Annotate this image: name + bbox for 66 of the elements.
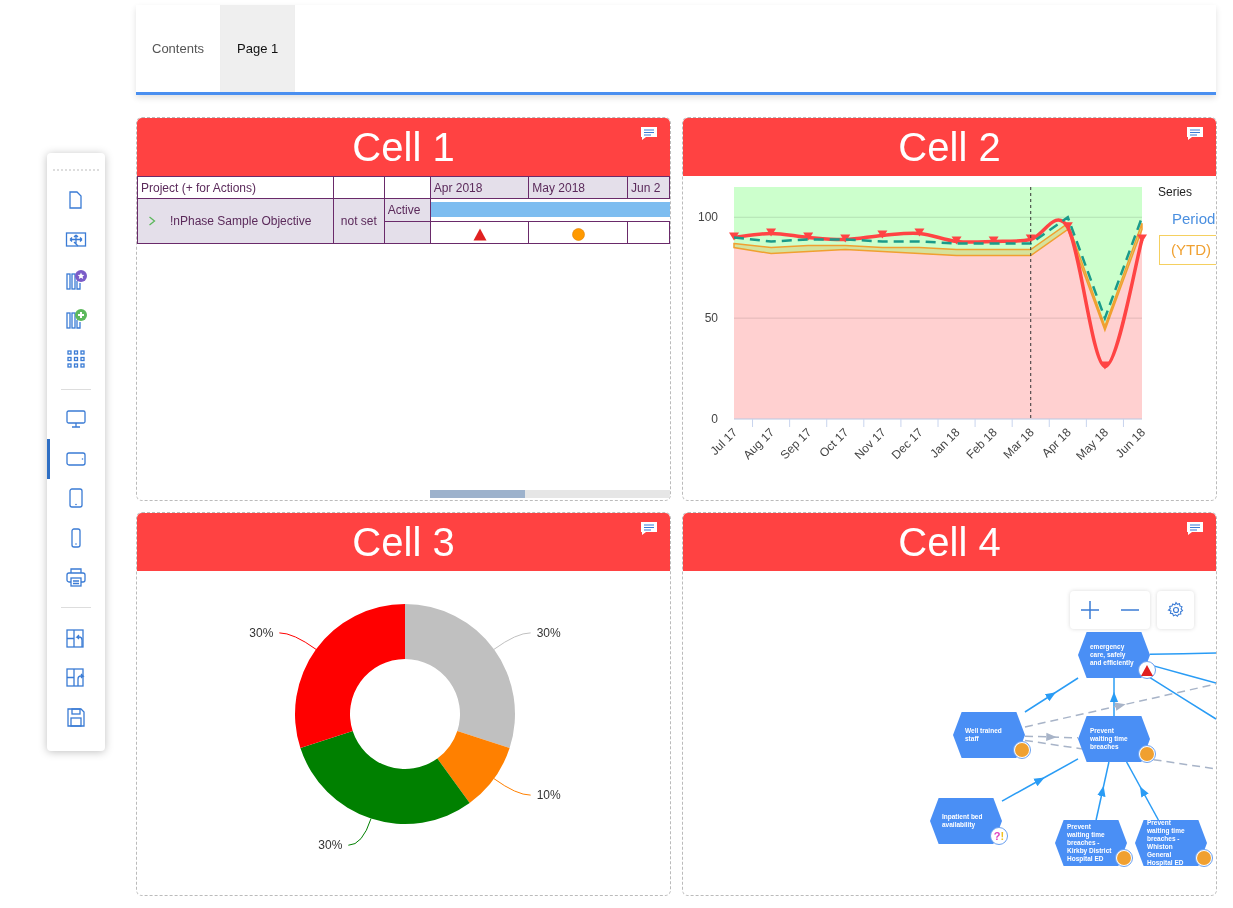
data-point: [877, 230, 888, 239]
comment-icon: [1186, 126, 1204, 141]
data-label: 30%: [536, 625, 561, 640]
monitor-icon: [65, 408, 87, 431]
axis-label: Dec 17: [888, 425, 926, 462]
plus-icon: [1080, 600, 1100, 620]
data-point: [988, 236, 999, 245]
axis-label: Jan 18: [927, 425, 963, 461]
axis-label: Aug 17: [740, 425, 778, 462]
minus-icon: [1120, 609, 1140, 611]
axis-label: Jul 17: [707, 425, 741, 458]
tab[interactable]: Contents: [136, 5, 222, 92]
comment-icon: [640, 126, 658, 141]
month-header: Jun 2: [627, 176, 670, 199]
save-icon: [65, 705, 87, 728]
axis-label: Feb 18: [963, 425, 1000, 462]
cell-title: Cell 1: [352, 127, 455, 167]
data-point: [803, 232, 814, 241]
cell-title: Cell 3: [352, 522, 455, 562]
leader-line: [493, 632, 532, 650]
tab[interactable]: Page 1: [221, 5, 296, 92]
columns-star-icon: [65, 268, 87, 291]
legend-item[interactable]: (YTD): [1159, 235, 1216, 265]
project-row[interactable]: !nPhase Sample Objective: [137, 198, 334, 244]
data-label: 10%: [536, 788, 561, 803]
data-point: [840, 234, 851, 243]
leader-line: [347, 818, 372, 846]
axis-label: Mar 18: [1000, 425, 1037, 462]
column-header: Project (+ for Actions): [137, 176, 334, 199]
data-point: [951, 236, 962, 245]
data-point: [1137, 234, 1147, 243]
cell-title: Cell 4: [898, 522, 1001, 562]
axis-label: Oct 17: [816, 425, 852, 461]
comment-icon: [1186, 521, 1204, 536]
month-header: Apr 2018: [430, 176, 529, 199]
drag-handle[interactable]: [53, 169, 99, 171]
data-label: 30%: [249, 625, 274, 640]
table-cell: not set: [333, 198, 385, 244]
axis-label: 0: [711, 412, 718, 426]
data-point: [729, 232, 739, 241]
grid-icon: [65, 347, 87, 370]
data-point: [1025, 234, 1036, 243]
legend-title: Series: [1158, 185, 1192, 199]
axis-label: Jun 18: [1112, 425, 1149, 461]
columns-plus-icon: [65, 308, 87, 331]
cell-title: Cell 2: [898, 127, 1001, 167]
axis-label: 50: [704, 311, 718, 326]
printer-icon: [65, 566, 87, 589]
month-header: May 2018: [528, 176, 628, 199]
comment-icon: [640, 521, 658, 536]
data-point: [1062, 222, 1073, 231]
data-point: [914, 228, 925, 237]
scrollbar[interactable]: [430, 490, 670, 498]
axis-label: May 18: [1073, 425, 1112, 463]
data-point: [1099, 361, 1110, 370]
leader-line: [278, 632, 317, 650]
legend-item[interactable]: Period: [1159, 204, 1216, 234]
leader-line: [493, 778, 532, 796]
axis-label: 100: [697, 210, 718, 225]
axis-label: Sep 17: [777, 425, 815, 462]
settings-icon: [1166, 601, 1185, 619]
axis-label: Nov 17: [851, 425, 889, 462]
data-point: [766, 228, 777, 237]
project-name: !nPhase Sample Objective: [170, 213, 312, 230]
data-label: 30%: [318, 838, 343, 853]
axis-label: Apr 18: [1039, 425, 1074, 461]
